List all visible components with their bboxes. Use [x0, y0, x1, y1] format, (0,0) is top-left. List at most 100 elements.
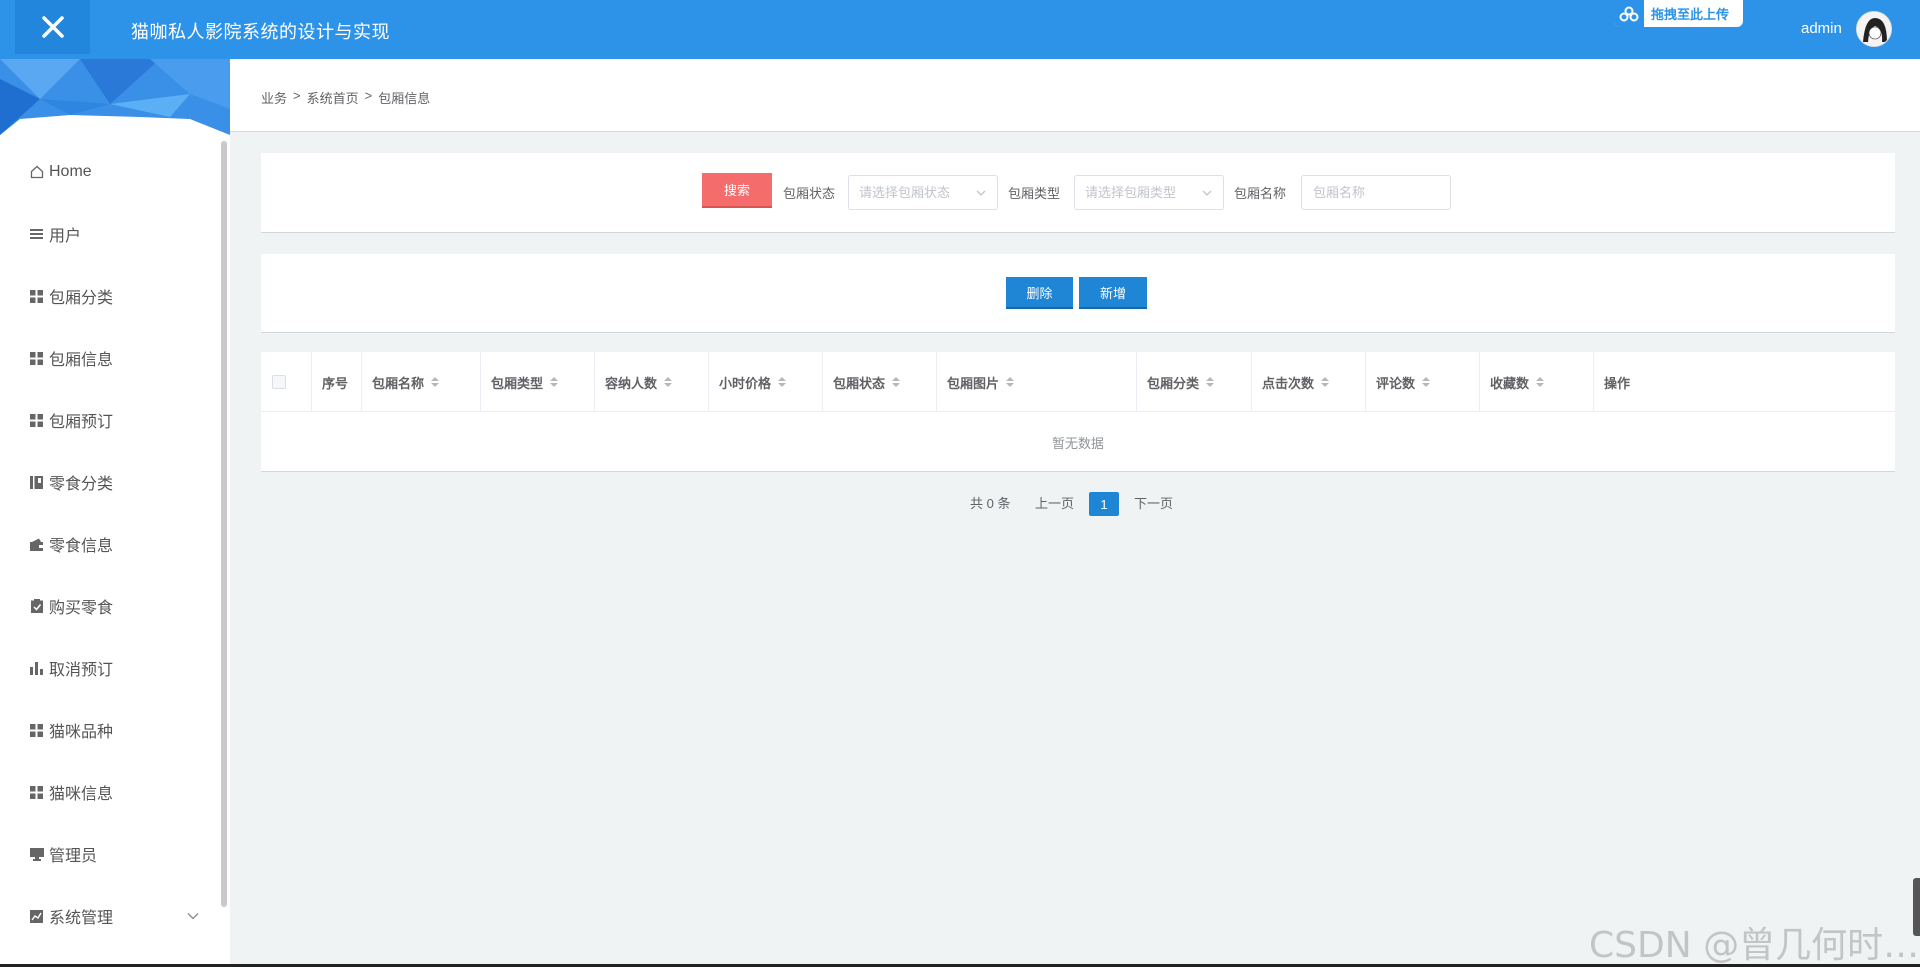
column-header[interactable]: 点击次数 — [1251, 352, 1365, 412]
avatar[interactable] — [1856, 11, 1892, 47]
column-header[interactable]: 包厢名称 — [361, 352, 480, 412]
breadcrumb-item-business[interactable]: 业务 — [261, 88, 287, 107]
column-header-label: 包厢名称 — [372, 375, 425, 391]
sidebar-item-label: 系统管理 — [49, 910, 114, 927]
column-header-label: 小时价格 — [719, 375, 772, 391]
sort-icon[interactable] — [1422, 377, 1431, 387]
sidebar-item-cat-breed[interactable]: 猫咪品种 — [0, 699, 220, 761]
room-name-label: 包厢名称 — [1234, 186, 1287, 201]
column-header[interactable]: 包厢状态 — [822, 352, 936, 412]
column-header: 序号 — [311, 352, 361, 412]
column-header: 操作 — [1593, 352, 1895, 412]
close-sidebar-button[interactable] — [15, 0, 90, 54]
sort-icon[interactable] — [550, 377, 559, 387]
chevron-down-icon — [187, 913, 199, 920]
sidebar: Home 用户 包厢分类 包厢信息 包厢预订 零食分类 零食信息 购买零食 取消… — [0, 59, 230, 967]
column-header[interactable]: 容纳人数 — [594, 352, 708, 412]
breadcrumb-item-current: 包厢信息 — [378, 91, 431, 106]
sidebar-item-label: 猫咪品种 — [49, 724, 114, 741]
sort-icon[interactable] — [892, 377, 901, 387]
select-all-checkbox[interactable] — [272, 375, 286, 389]
upload-drop-zone[interactable]: 拖拽至此上传 — [1614, 0, 1743, 27]
sidebar-item-label: Home — [49, 163, 92, 180]
wallet-icon — [29, 537, 44, 552]
sidebar-item-room-category[interactable]: 包厢分类 — [0, 265, 220, 327]
grid-icon — [29, 289, 44, 304]
grid-icon — [29, 723, 44, 738]
sidebar-item-system[interactable]: 系统管理 — [0, 885, 220, 947]
home-icon — [29, 165, 44, 180]
clipboard-icon — [29, 599, 44, 614]
column-header-label: 容纳人数 — [605, 375, 658, 391]
search-button[interactable]: 搜索 — [702, 173, 772, 208]
sort-icon[interactable] — [778, 377, 787, 387]
column-header[interactable]: 包厢图片 — [936, 352, 1136, 412]
chart-icon — [29, 909, 44, 924]
sidebar-item-home[interactable]: Home — [0, 141, 220, 203]
sidebar-menu: Home 用户 包厢分类 包厢信息 包厢预订 零食分类 零食信息 购买零食 取消… — [0, 141, 220, 947]
sidebar-item-room-booking[interactable]: 包厢预订 — [0, 389, 220, 451]
column-header[interactable]: 小时价格 — [708, 352, 822, 412]
room-type-label: 包厢类型 — [1008, 186, 1061, 201]
grid-icon — [29, 785, 44, 800]
sidebar-item-snack-info[interactable]: 零食信息 — [0, 513, 220, 575]
sidebar-item-label: 用户 — [49, 228, 82, 245]
sidebar-scrollbar[interactable] — [221, 141, 227, 907]
column-header[interactable]: 包厢分类 — [1136, 352, 1251, 412]
sidebar-item-users[interactable]: 用户 — [0, 203, 220, 265]
sidebar-item-label: 猫咪信息 — [49, 786, 114, 803]
sort-icon[interactable] — [1536, 377, 1545, 387]
pagination-total: 共 0 条 — [970, 496, 1011, 511]
edge-tab[interactable] — [1913, 878, 1920, 936]
column-header-label: 操作 — [1604, 375, 1631, 391]
column-header[interactable]: 评论数 — [1365, 352, 1479, 412]
column-header-label: 序号 — [322, 375, 349, 391]
column-header-label: 收藏数 — [1490, 375, 1530, 391]
username-label[interactable]: admin — [1801, 20, 1842, 37]
sidebar-item-cancel-booking[interactable]: 取消预订 — [0, 637, 220, 699]
sidebar-item-buy-snack[interactable]: 购买零食 — [0, 575, 220, 637]
empty-state-text: 暂无数据 — [1051, 435, 1104, 451]
column-header-label: 包厢图片 — [947, 375, 1000, 391]
action-bar: 删除 新增 — [261, 254, 1895, 333]
app-title: 猫咖私人影院系统的设计与实现 — [131, 22, 390, 43]
breadcrumb-bar: 业务 > 系统首页 > 包厢信息 — [230, 59, 1920, 132]
bar-chart-icon — [29, 661, 44, 676]
list-icon — [29, 227, 44, 242]
search-form: 搜索 包厢状态 请选择包厢状态 包厢类型 请选择包厢类型 包厢名称 — [261, 153, 1895, 233]
room-name-input[interactable] — [1301, 175, 1451, 210]
sort-icon[interactable] — [1006, 377, 1015, 387]
sidebar-item-admin[interactable]: 管理员 — [0, 823, 220, 885]
sort-icon[interactable] — [664, 377, 673, 387]
room-status-select[interactable]: 请选择包厢状态 — [848, 175, 998, 210]
select-all-cell — [261, 352, 311, 412]
close-icon — [41, 16, 64, 38]
sidebar-item-label: 购买零食 — [49, 600, 114, 617]
column-header[interactable]: 包厢类型 — [480, 352, 594, 412]
sidebar-item-room-info[interactable]: 包厢信息 — [0, 327, 220, 389]
breadcrumb-separator: > — [293, 88, 301, 103]
pagination-page-1[interactable]: 1 — [1089, 492, 1119, 516]
book-icon — [29, 475, 44, 490]
column-header-label: 点击次数 — [1262, 375, 1315, 391]
watermark: CSDN @曾几何时… — [1589, 925, 1920, 966]
data-table: 序号 包厢名称 包厢类型 容纳人数 小时价格 包厢状态 包厢图片 包厢分类 点击… — [261, 352, 1895, 472]
table-header: 序号 包厢名称 包厢类型 容纳人数 小时价格 包厢状态 包厢图片 包厢分类 点击… — [261, 352, 1895, 412]
room-type-select[interactable]: 请选择包厢类型 — [1074, 175, 1224, 210]
delete-button[interactable]: 删除 — [1006, 277, 1073, 309]
sort-icon[interactable] — [431, 377, 440, 387]
pagination-prev-button[interactable]: 上一页 — [1035, 493, 1074, 512]
sidebar-item-snack-category[interactable]: 零食分类 — [0, 451, 220, 513]
column-header-label: 评论数 — [1376, 375, 1416, 391]
breadcrumb-separator: > — [364, 88, 373, 103]
add-button[interactable]: 新增 — [1079, 277, 1147, 309]
breadcrumb-item-home[interactable]: 系统首页 — [307, 88, 359, 107]
sidebar-item-label: 包厢信息 — [49, 352, 114, 369]
pagination-next-button[interactable]: 下一页 — [1134, 493, 1173, 512]
sidebar-item-cat-info[interactable]: 猫咪信息 — [0, 761, 220, 823]
room-type-placeholder: 请选择包厢类型 — [1085, 185, 1177, 200]
sort-icon[interactable] — [1321, 377, 1330, 387]
column-header[interactable]: 收藏数 — [1479, 352, 1593, 412]
sort-icon[interactable] — [1206, 377, 1215, 387]
column-header-label: 包厢状态 — [833, 375, 886, 391]
